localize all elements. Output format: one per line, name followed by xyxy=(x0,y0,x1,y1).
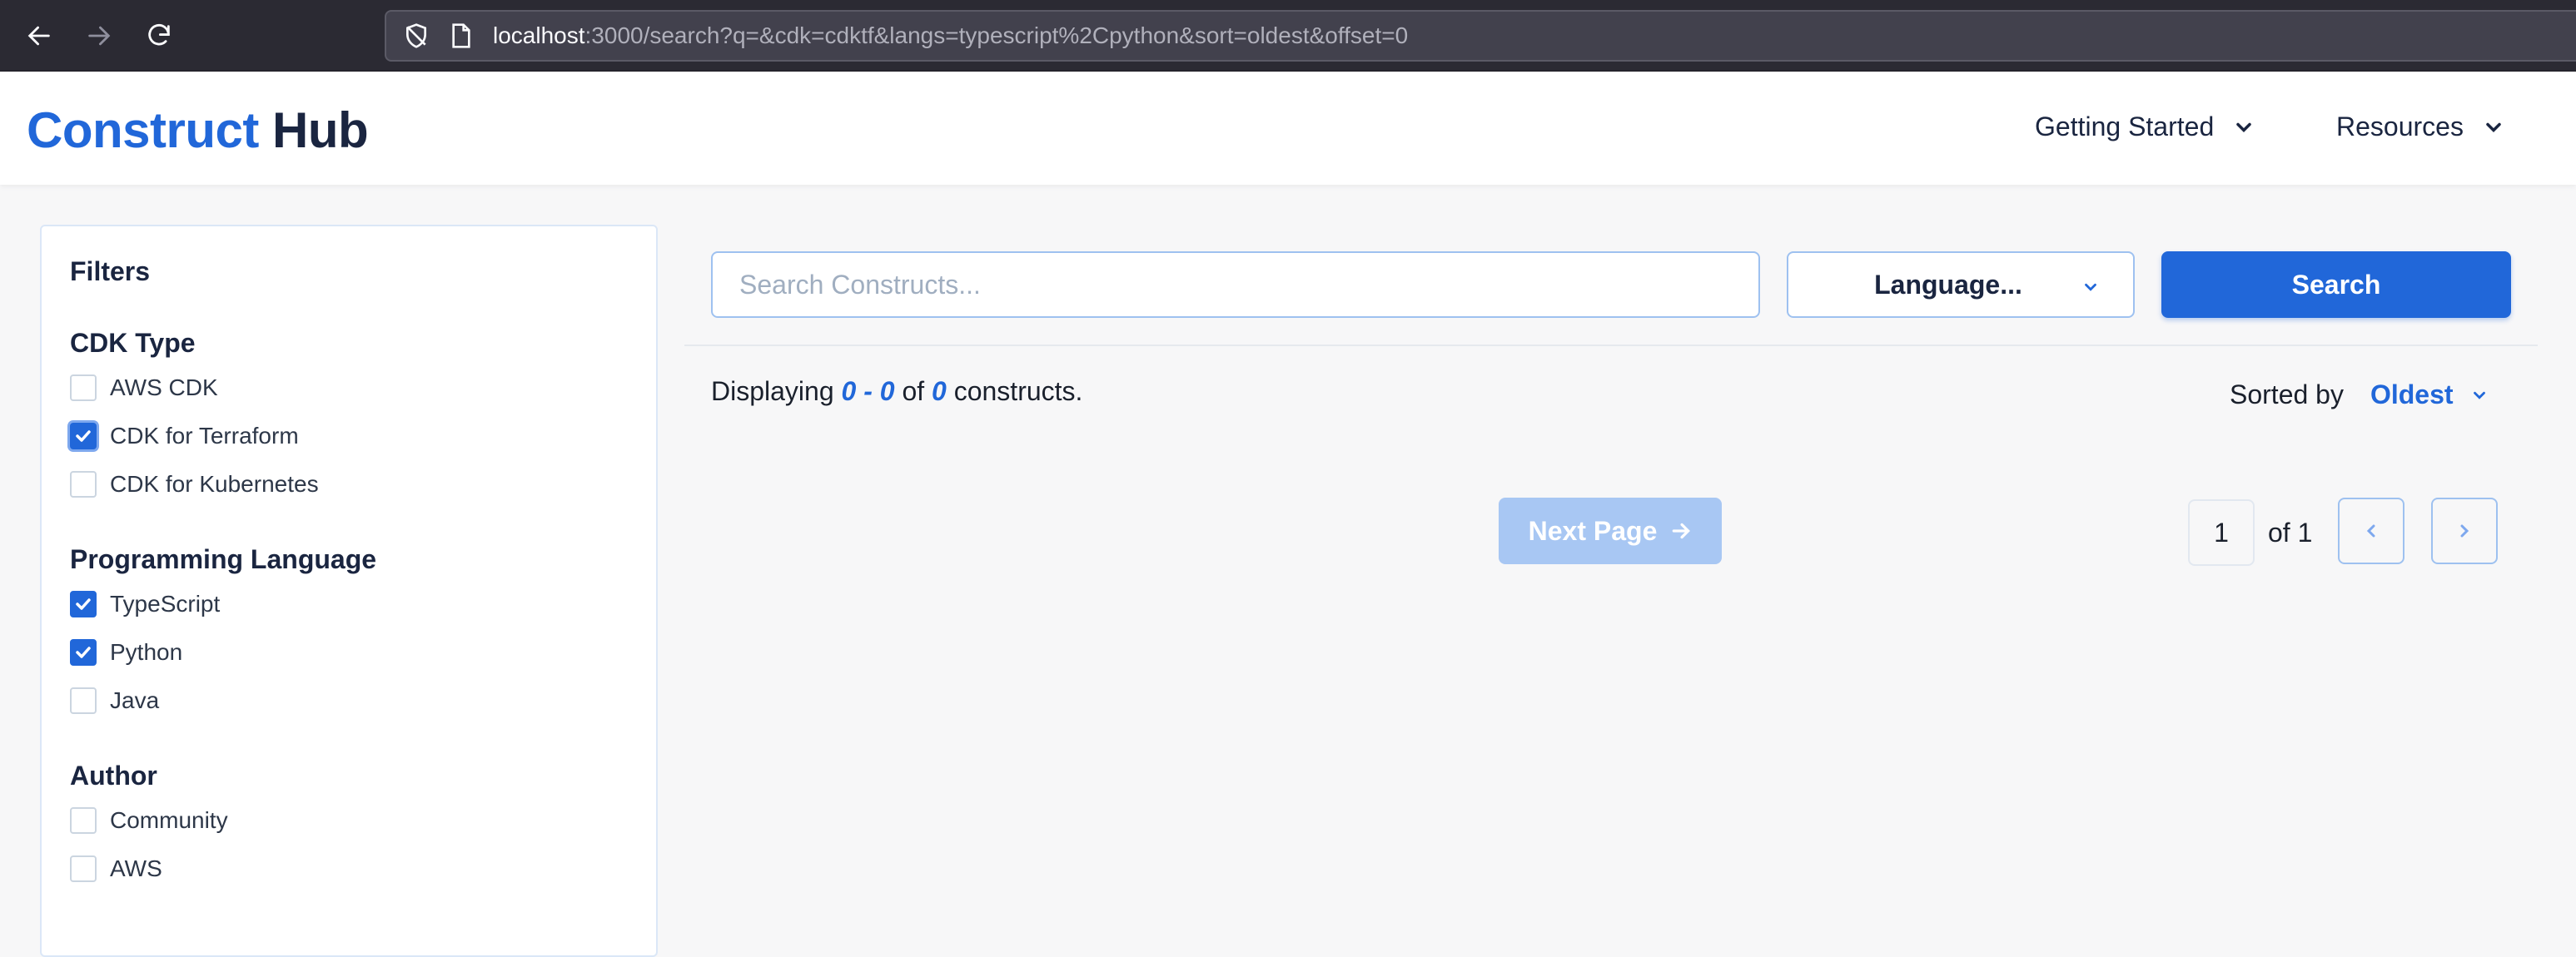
search-button[interactable]: Search xyxy=(2161,251,2511,318)
filter-cdk-for-kubernetes[interactable]: CDK for Kubernetes xyxy=(70,471,319,498)
sort-select[interactable]: Oldest xyxy=(2370,379,2454,410)
checkbox[interactable] xyxy=(70,855,97,882)
filters-panel: Filters CDK Type AWS CDK CDK for Terrafo… xyxy=(40,225,658,957)
divider xyxy=(684,345,2538,346)
checkbox[interactable] xyxy=(70,639,97,666)
results-total: 0 xyxy=(932,376,947,406)
results-prefix: Displaying xyxy=(711,376,842,406)
filter-typescript[interactable]: TypeScript xyxy=(70,591,220,617)
reload-button[interactable] xyxy=(138,15,180,57)
url-path: :3000/search?q=&cdk=cdktf&langs=typescri… xyxy=(584,22,1409,48)
previous-page-button[interactable] xyxy=(2338,498,2404,564)
page-count: of 1 xyxy=(2268,518,2313,548)
reload-icon xyxy=(148,24,170,46)
filter-label: TypeScript xyxy=(110,591,221,617)
site-header: Construct Hub Getting Started Resources xyxy=(0,72,2576,185)
chevron-down-icon xyxy=(2236,122,2251,132)
chevron-down-icon[interactable] xyxy=(2470,386,2489,404)
url-text[interactable]: localhost:3000/search?q=&cdk=cdktf&langs… xyxy=(493,22,1408,49)
results-range: 0 - 0 xyxy=(841,376,895,406)
filter-label: CDK for Kubernetes xyxy=(110,471,319,497)
chevron-down-icon xyxy=(2486,122,2501,132)
arrow-left-icon xyxy=(27,26,50,46)
browser-toolbar: localhost:3000/search?q=&cdk=cdktf&langs… xyxy=(0,0,2576,72)
arrow-right-icon xyxy=(1673,523,1691,539)
menu-label: Getting Started xyxy=(2035,112,2215,141)
filter-cdk-for-terraform[interactable]: CDK for Terraform xyxy=(70,423,299,449)
checkbox[interactable] xyxy=(70,807,97,834)
language-select-label: Language... xyxy=(1874,269,2022,300)
filter-group-programming-language: Programming Language xyxy=(70,544,377,574)
checkbox[interactable] xyxy=(70,591,97,617)
filter-group-author: Author xyxy=(70,761,157,791)
filter-python[interactable]: Python xyxy=(70,639,182,666)
checkmark-icon xyxy=(76,647,91,658)
address-bar[interactable]: localhost:3000/search?q=&cdk=cdktf&langs… xyxy=(385,10,2576,62)
filter-label: Community xyxy=(110,807,228,833)
filter-aws[interactable]: AWS xyxy=(70,855,162,882)
site-logo[interactable]: Construct Hub xyxy=(27,102,369,159)
checkbox[interactable] xyxy=(70,471,97,498)
filter-label: AWS CDK xyxy=(110,374,218,400)
filter-community[interactable]: Community xyxy=(70,807,228,834)
checkmark-icon xyxy=(76,598,91,610)
tracking-shield-icon[interactable] xyxy=(403,22,430,49)
results-of: of xyxy=(894,376,932,406)
chevron-right-icon xyxy=(2460,524,2469,538)
results-summary: Displaying 0 - 0 of 0 constructs. xyxy=(711,376,1082,407)
language-select[interactable]: Language... xyxy=(1787,251,2135,318)
forward-button[interactable] xyxy=(78,15,120,57)
chevron-left-icon xyxy=(2366,524,2375,538)
next-page-button[interactable]: Next Page xyxy=(1499,498,1722,564)
sort-control: Sorted by Oldest xyxy=(2230,379,2489,410)
next-page-label: Next Page xyxy=(1528,515,1658,546)
page-number-input[interactable]: 1 xyxy=(2188,499,2255,566)
sorted-by-label: Sorted by xyxy=(2230,379,2344,409)
back-button[interactable] xyxy=(18,15,60,57)
filters-title: Filters xyxy=(70,256,151,286)
checkmark-icon xyxy=(76,430,91,442)
filter-label: Java xyxy=(110,687,160,713)
next-page-chevron-button[interactable] xyxy=(2431,498,2498,564)
page-icon[interactable] xyxy=(450,22,473,49)
checkbox[interactable] xyxy=(70,374,97,401)
logo-construct: Construct xyxy=(27,102,259,158)
filter-java[interactable]: Java xyxy=(70,687,159,714)
logo-hub: Hub xyxy=(272,102,369,158)
menu-label: Resources xyxy=(2336,112,2464,141)
filter-aws-cdk[interactable]: AWS CDK xyxy=(70,374,218,401)
menu-resources[interactable]: Resources xyxy=(2336,112,2505,142)
filter-label: AWS xyxy=(110,855,162,881)
menu-getting-started[interactable]: Getting Started xyxy=(2035,112,2255,142)
results-suffix: constructs. xyxy=(946,376,1083,406)
filter-group-cdk-type: CDK Type xyxy=(70,328,196,358)
chevron-down-icon xyxy=(2085,283,2096,291)
url-host: localhost xyxy=(493,22,585,48)
filter-label: Python xyxy=(110,639,183,665)
filter-label: CDK for Terraform xyxy=(110,423,299,449)
checkbox[interactable] xyxy=(70,687,97,714)
search-input[interactable] xyxy=(711,251,1760,318)
arrow-right-icon xyxy=(88,26,111,46)
checkbox[interactable] xyxy=(70,423,97,449)
